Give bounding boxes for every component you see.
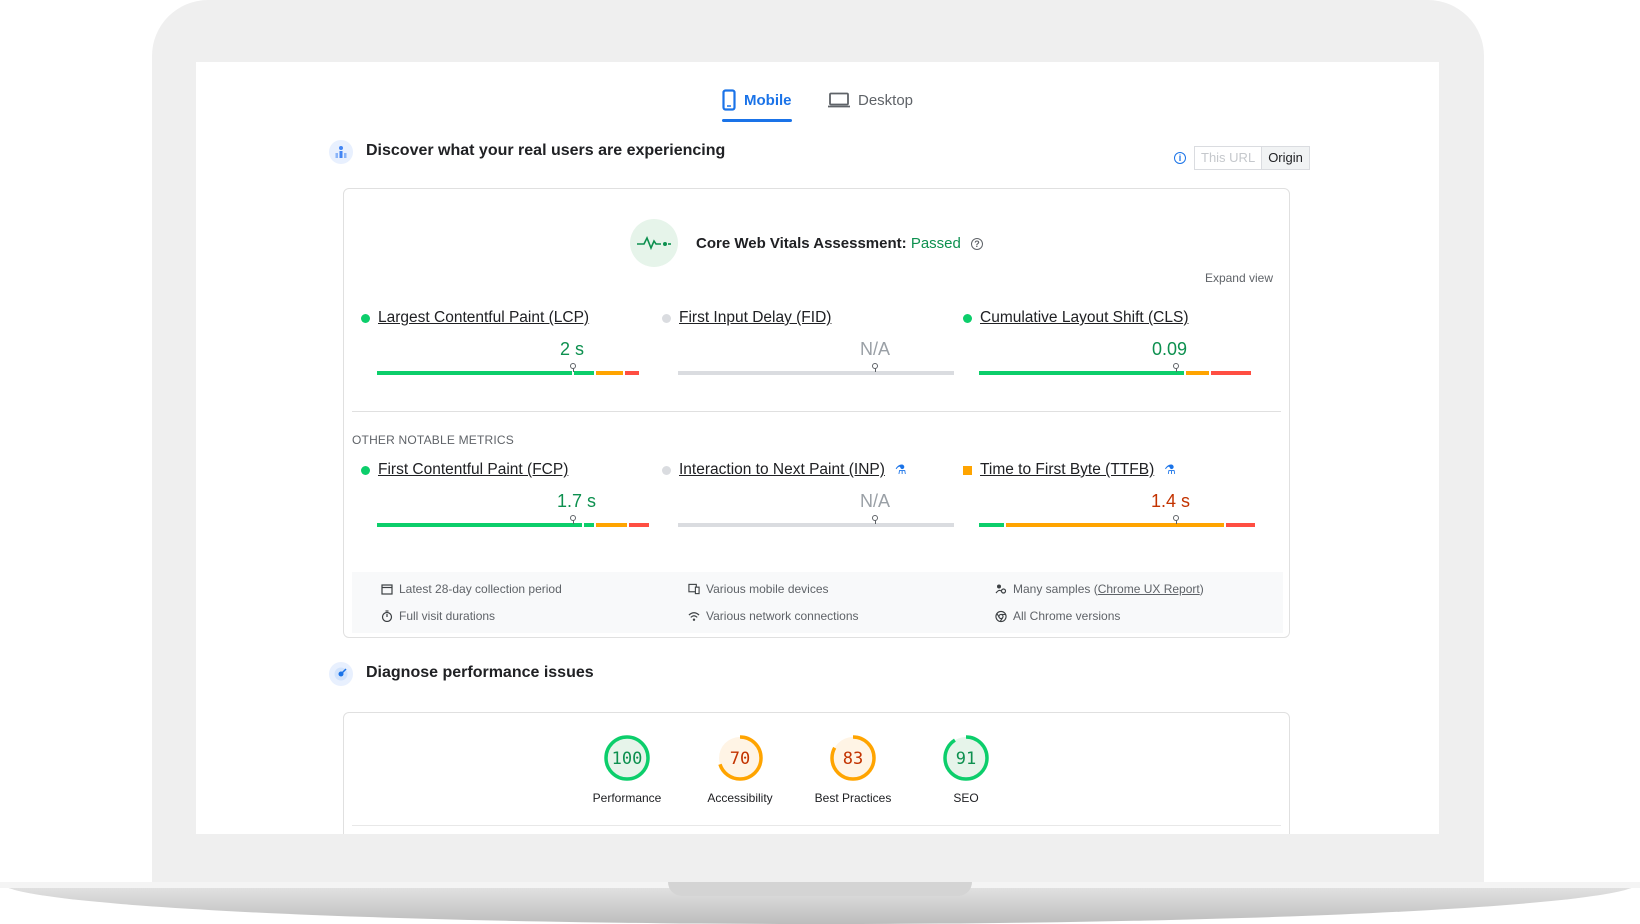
other-metrics-label: OTHER NOTABLE METRICS (352, 433, 514, 447)
status-dot (361, 313, 370, 323)
score-value: 91 (955, 749, 977, 769)
tab-desktop[interactable]: Desktop (828, 82, 913, 118)
section-divider (352, 411, 1281, 412)
lab-flask-icon: ⚗ (894, 462, 907, 477)
metric-inp-name[interactable]: Interaction to Next Paint (INP) (679, 461, 885, 479)
metric-fcp-name[interactable]: First Contentful Paint (FCP) (378, 461, 568, 479)
lab-scores-card: 100 Performance 70 Accessibility 83 Best Prac… (343, 712, 1290, 834)
meta-network: Various network connections (688, 609, 859, 623)
expand-view-link[interactable]: Expand view (1205, 271, 1273, 285)
toggle-group: This URL Origin (1194, 146, 1310, 170)
help-icon[interactable]: ? (971, 237, 984, 250)
metric-fid-value: N/A (860, 339, 891, 359)
score-value: 70 (729, 749, 751, 769)
distribution-bar (979, 371, 1255, 375)
people-icon (995, 583, 1007, 595)
score-label: Performance (592, 791, 662, 805)
laptop-icon (828, 92, 850, 108)
tab-desktop-label: Desktop (858, 91, 914, 109)
meta-network-text: Various network connections (706, 609, 859, 623)
lab-section-title: Diagnose performance issues (366, 664, 594, 681)
p75-marker (570, 515, 576, 527)
distribution-bar (377, 371, 653, 375)
metric-ttfb-name[interactable]: Time to First Byte (TTFB) (980, 461, 1154, 479)
cwv-assessment: Core Web Vitals Assessment: Passed ? (630, 219, 984, 267)
calendar-icon (381, 583, 393, 595)
p75-marker (1173, 363, 1179, 375)
score-label: Accessibility (707, 791, 773, 805)
assessment-text: Core Web Vitals Assessment: Passed ? (696, 234, 984, 252)
metric-ttfb: Time to First Byte (TTFB) ⚗ 1.4 s (963, 461, 1255, 531)
p75-marker (872, 363, 878, 375)
score-gauge-best-practices[interactable]: 83 Best Practices (793, 733, 913, 805)
distribution-bar (678, 523, 954, 527)
meta-period: Latest 28-day collection period (381, 582, 562, 596)
score-value: 100 (611, 749, 643, 769)
score-gauge-accessibility[interactable]: 70 Accessibility (680, 733, 800, 805)
devices-icon (688, 583, 700, 595)
metric-cls-name[interactable]: Cumulative Layout Shift (CLS) (980, 309, 1188, 327)
status-dot (662, 313, 671, 323)
metric-cls: Cumulative Layout Shift (CLS) 0.09 (963, 309, 1255, 379)
score-label: SEO (953, 791, 979, 805)
core-web-vitals-card: Core Web Vitals Assessment: Passed ? Exp… (343, 188, 1290, 638)
metric-inp: Interaction to Next Paint (INP) ⚗ N/A (662, 461, 954, 531)
assessment-status: Passed (910, 234, 961, 252)
meta-devices-text: Various mobile devices (706, 582, 829, 596)
metric-cls-value: 0.09 (1152, 339, 1188, 359)
tab-mobile[interactable]: Mobile (722, 82, 792, 122)
metric-fcp: First Contentful Paint (FCP) 1.7 s (361, 461, 653, 531)
score-gauge-performance[interactable]: 100 Performance (567, 733, 687, 805)
meta-samples: Many samples (Chrome UX Report) (995, 582, 1204, 596)
users-icon (329, 140, 353, 164)
meta-period-text: Latest 28-day collection period (399, 582, 562, 596)
pagespeed-screen: Mobile Desktop Discover what your real u… (196, 62, 1439, 834)
score-label: Best Practices (814, 791, 892, 805)
meta-devices: Various mobile devices (688, 582, 829, 596)
metric-lcp-name[interactable]: Largest Contentful Paint (LCP) (378, 309, 589, 327)
chrome-ux-report-link[interactable]: Chrome UX Report (1098, 582, 1200, 596)
score-value: 83 (842, 749, 864, 769)
wifi-icon (688, 610, 700, 622)
status-dot (662, 465, 671, 475)
this-url-button[interactable]: This URL (1195, 147, 1263, 169)
distribution-bar (979, 523, 1255, 527)
metric-inp-value: N/A (860, 491, 891, 511)
collection-info: Latest 28-day collection period Full vis… (352, 572, 1283, 633)
status-dot (361, 465, 370, 475)
status-square (963, 465, 972, 475)
status-dot (963, 313, 972, 323)
stopwatch-icon (381, 610, 393, 622)
p75-marker (872, 515, 878, 527)
distribution-bar (377, 523, 653, 527)
metric-ttfb-value: 1.4 s (1151, 491, 1191, 511)
url-origin-toggle: i This URL Origin (1174, 146, 1310, 170)
assessment-label: Core Web Vitals Assessment: (696, 234, 907, 252)
info-icon[interactable]: i (1174, 152, 1186, 164)
metric-lcp-value: 2 s (560, 339, 585, 359)
p75-marker (570, 363, 576, 375)
tab-mobile-label: Mobile (744, 91, 792, 109)
meta-durations-text: Full visit durations (399, 609, 496, 623)
score-gauge-seo[interactable]: 91 SEO (906, 733, 1026, 805)
meta-samples-text: Many samples (Chrome UX Report) (1013, 582, 1204, 596)
meta-durations: Full visit durations (381, 609, 495, 623)
origin-button[interactable]: Origin (1262, 147, 1309, 169)
card-divider (352, 825, 1281, 826)
metric-fcp-value: 1.7 s (557, 491, 597, 511)
metric-lcp: Largest Contentful Paint (LCP) 2 s (361, 309, 653, 379)
phone-icon (722, 89, 736, 111)
chrome-icon (995, 610, 1007, 622)
field-section-title: Discover what your real users are experi… (366, 142, 726, 159)
meta-versions: All Chrome versions (995, 609, 1120, 623)
laptop-notch (668, 882, 972, 896)
lab-flask-icon: ⚗ (1164, 462, 1176, 477)
vitals-pulse-icon (630, 219, 678, 267)
p75-marker (1173, 515, 1179, 527)
meta-versions-text: All Chrome versions (1013, 609, 1121, 623)
metric-fid: First Input Delay (FID) N/A (662, 309, 954, 379)
distribution-bar (678, 371, 954, 375)
metric-fid-name[interactable]: First Input Delay (FID) (679, 309, 831, 327)
diagnose-icon (329, 662, 353, 686)
